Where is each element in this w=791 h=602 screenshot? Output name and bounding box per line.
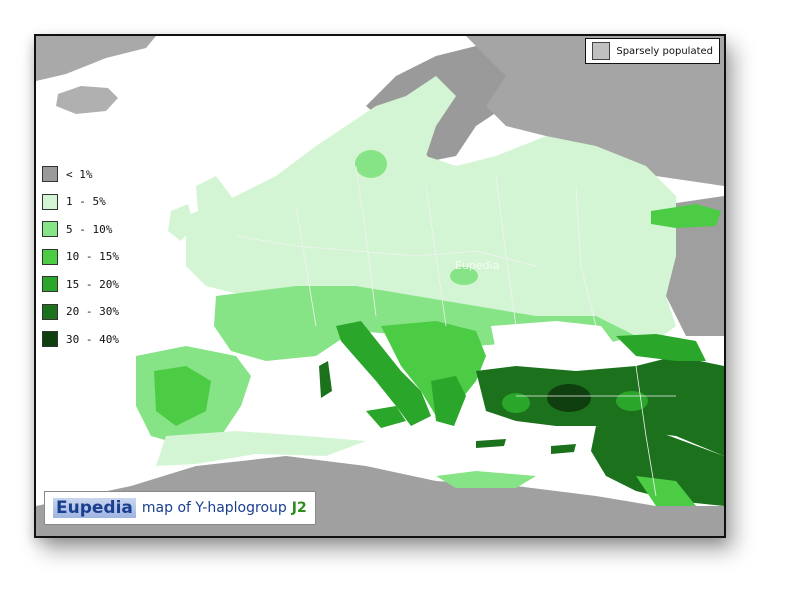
legend-label: 1 - 5% <box>66 195 106 208</box>
haplogroup-label: J2 <box>291 500 307 516</box>
legend-item: 1 - 5% <box>42 191 142 213</box>
legend-swatch <box>42 166 58 182</box>
map-frame: Sparsely populated < 1% 1 - 5% 5 - 10% 1… <box>34 34 726 538</box>
region-sweden-spot <box>355 150 387 178</box>
brand-logo: Eupedia <box>53 498 136 518</box>
watermark-top: Eupedia <box>455 259 500 272</box>
sparse-swatch <box>592 42 611 60</box>
legend-item: 5 - 10% <box>42 218 142 240</box>
legend-swatch <box>42 193 58 210</box>
legend-item: 20 - 30% <box>42 301 142 323</box>
region-anatolia-core <box>547 384 591 412</box>
legend-label: 10 - 15% <box>66 250 119 263</box>
region-anatolia-east <box>616 391 648 411</box>
legend-swatch <box>42 276 58 292</box>
legend-swatch <box>42 331 58 347</box>
sparse-legend: Sparsely populated <box>585 38 720 64</box>
legend-item: 10 - 15% <box>42 246 142 268</box>
legend-label: 5 - 10% <box>66 222 113 236</box>
legend-item: < 1% <box>42 163 142 185</box>
sparse-label: Sparsely populated <box>616 45 713 57</box>
legend-label: 20 - 30% <box>66 305 119 318</box>
legend: < 1% 1 - 5% 5 - 10% 10 - 15% 15 - 20% 20… <box>42 163 142 356</box>
legend-item: 15 - 20% <box>42 273 142 295</box>
legend-label: 30 - 40% <box>66 332 119 346</box>
legend-swatch <box>42 248 58 265</box>
title-text: map of Y-haplogroup <box>141 500 287 516</box>
legend-label: 15 - 20% <box>66 277 119 291</box>
legend-swatch <box>42 303 58 320</box>
watermark: © Eupedia.com <box>352 446 446 460</box>
map-title: Eupedia map of Y-haplogroup J2 <box>44 491 316 525</box>
legend-item: 30 - 40% <box>42 328 142 350</box>
legend-swatch <box>42 221 58 237</box>
legend-label: < 1% <box>66 167 93 181</box>
